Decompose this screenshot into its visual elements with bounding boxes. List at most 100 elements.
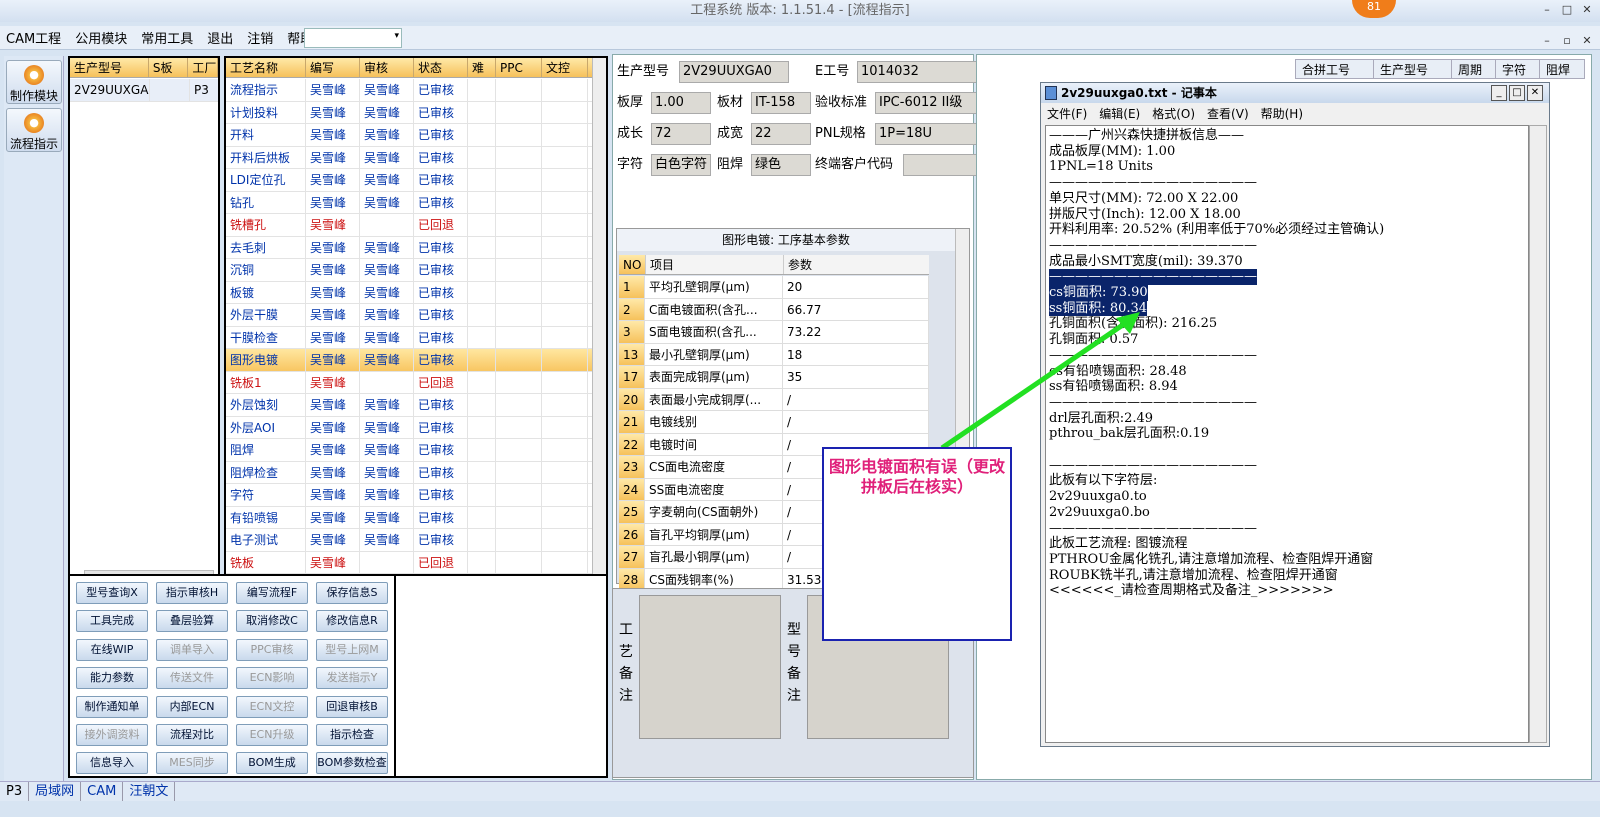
action-button[interactable]: 流程对比 [156,724,228,746]
table-row[interactable]: 图形电镀 吴雪峰 吴雪峰 已审核 [226,349,592,372]
table-row[interactable]: 21 电镀线别 / [619,411,929,434]
table-row[interactable]: 17 表面完成铜厚(μm) 35 [619,366,929,389]
table-row[interactable]: 3 S面电镀面积(含孔... 73.22 [619,321,929,344]
action-button[interactable]: ECN文控 [236,695,308,718]
action-button[interactable]: 取消修改C [236,610,308,633]
table-row[interactable]: 外层AOI 吴雪峰 吴雪峰 已审核 [226,416,592,439]
col-writer[interactable]: 编写 [306,58,360,77]
minimize-icon[interactable]: – [1540,3,1554,17]
action-button[interactable]: 型号上网M [316,638,388,661]
menu-item-4[interactable]: 注销 [247,28,273,47]
table-row[interactable]: LDI定位孔 吴雪峰 吴雪峰 已审核 [226,169,592,192]
col-char[interactable]: 字符 [1496,60,1540,78]
table-row[interactable]: 沉铜 吴雪峰 吴雪峰 已审核 [226,259,592,282]
table-row[interactable]: 2 C面电镀面积(含孔... 66.77 [619,298,929,321]
col-process[interactable]: 工艺名称 [226,58,306,77]
info-thickness[interactable]: 1.00 [651,92,711,114]
action-button[interactable]: 制作通知单 [76,695,148,718]
table-row[interactable]: 2V29UUXGA0 P3 [70,79,218,102]
action-button[interactable]: 内部ECN [156,695,228,718]
action-button[interactable]: 信息导入 [76,752,148,775]
action-button[interactable]: 在线WIP [76,638,148,661]
info-len[interactable]: 72 [651,123,711,145]
action-button[interactable]: BOM参数检查 [316,752,388,775]
col-difficulty[interactable]: 难 [468,58,496,77]
np-menu-item[interactable]: 编辑(E) [1099,107,1140,121]
maximize-icon[interactable]: □ [1560,3,1574,17]
table-row[interactable]: 铣板 吴雪峰 已回退 [226,551,592,574]
status-item[interactable]: 局域网 [29,782,82,801]
action-button[interactable]: 修改信息R [316,610,388,633]
np-maximize-icon[interactable]: □ [1509,85,1525,101]
table-row[interactable]: 铣板1 吴雪峰 已回退 [226,371,592,394]
np-close-icon[interactable]: ✕ [1527,85,1543,101]
table-row[interactable]: 阻焊检查 吴雪峰 吴雪峰 已审核 [226,461,592,484]
info-wid[interactable]: 22 [751,123,811,145]
make-module-button[interactable]: ● 制作模块 [6,60,62,104]
action-button[interactable]: ECN影响 [236,667,308,690]
table-row[interactable]: 钻孔 吴雪峰 吴雪峰 已审核 [226,191,592,214]
table-row[interactable]: 外层干膜 吴雪峰 吴雪峰 已审核 [226,304,592,327]
np-menu-item[interactable]: 查看(V) [1207,107,1249,121]
action-button[interactable]: ECN升级 [236,724,308,746]
col-factory[interactable]: 工厂 [188,58,218,77]
menu-item-0[interactable]: CAM工程 [6,28,61,47]
info-char[interactable]: 白色字符 [651,154,711,176]
flow-guide-button[interactable]: ● 流程指示 [6,108,62,152]
col-status[interactable]: 状态 [414,58,468,77]
table-row[interactable]: 阻焊 吴雪峰 吴雪峰 已审核 [226,439,592,462]
mdi-close-icon[interactable]: ✕ [1580,34,1594,48]
table-row[interactable]: 20 表面最小完成铜厚(... / [619,388,929,411]
menu-item-2[interactable]: 常用工具 [141,28,193,47]
col-param[interactable]: 参数 [783,255,929,274]
col-ppc[interactable]: PPC [496,58,542,77]
col-model[interactable]: 生产型号 [1374,60,1452,78]
table-row[interactable]: 铣槽孔 吴雪峰 已回退 [226,214,592,237]
table-row[interactable]: 外层蚀刻 吴雪峰 吴雪峰 已审核 [226,394,592,417]
col-merge-no[interactable]: 合拼工号 [1296,60,1374,78]
col-s-board[interactable]: S板 [149,58,189,77]
action-button[interactable]: 型号查询X [76,582,148,604]
action-button[interactable]: 能力参数 [76,667,148,690]
col-prod-model[interactable]: 生产型号 [70,58,149,77]
table-row[interactable]: 开料 吴雪峰 吴雪峰 已审核 [226,124,592,147]
table-row[interactable]: 计划投料 吴雪峰 吴雪峰 已审核 [226,101,592,124]
action-button[interactable]: 工具完成 [76,610,148,633]
menu-item-1[interactable]: 公用模块 [75,28,127,47]
col-reviewer[interactable]: 审核 [360,58,414,77]
col-no[interactable]: NO [619,255,645,274]
action-button[interactable]: PPC审核 [236,638,308,661]
v-scrollbar[interactable] [592,58,606,574]
action-button[interactable]: 调单导入 [156,638,228,661]
action-button[interactable]: 回退审核B [316,695,388,718]
np-menu-item[interactable]: 文件(F) [1047,107,1087,121]
np-minimize-icon[interactable]: _ [1491,85,1507,101]
process-notes-field[interactable] [639,595,781,739]
info-material[interactable]: IT-158 [751,92,811,114]
action-button[interactable]: 保存信息S [316,582,388,604]
action-button[interactable]: 编写流程F [236,582,308,604]
table-row[interactable]: 电子测试 吴雪峰 吴雪峰 已审核 [226,529,592,552]
table-row[interactable]: 13 最小孔壁铜厚(μm) 18 [619,343,929,366]
action-button[interactable]: 发送指示Y [316,667,388,690]
menu-combo[interactable]: ▾ [304,28,402,48]
status-item[interactable]: 汪朝文 [123,782,176,801]
status-item[interactable]: CAM [81,782,124,801]
col-period[interactable]: 周期 [1452,60,1496,78]
table-row[interactable]: 开料后烘板 吴雪峰 吴雪峰 已审核 [226,146,592,169]
action-button[interactable]: 指示检查 [316,724,388,746]
col-mask[interactable]: 阻焊 [1540,60,1584,78]
mdi-restore-icon[interactable]: ▫ [1560,34,1574,48]
action-button[interactable]: 指示审核H [156,582,228,604]
info-prod_model[interactable]: 2V29UUXGA0 [679,61,789,83]
table-row[interactable]: 字符 吴雪峰 吴雪峰 已审核 [226,484,592,507]
table-row[interactable]: 1 平均孔壁铜厚(μm) 20 [619,276,929,299]
table-row[interactable]: 板镀 吴雪峰 吴雪峰 已审核 [226,281,592,304]
action-button[interactable]: MES同步 [156,752,228,775]
notepad-scrollbar[interactable] [1529,125,1547,743]
menu-item-3[interactable]: 退出 [207,28,233,47]
info-mask[interactable]: 绿色 [751,154,811,176]
table-row[interactable]: 去毛刺 吴雪峰 吴雪峰 已审核 [226,236,592,259]
np-menu-item[interactable]: 帮助(H) [1261,107,1303,121]
action-button[interactable]: BOM生成 [236,752,308,775]
